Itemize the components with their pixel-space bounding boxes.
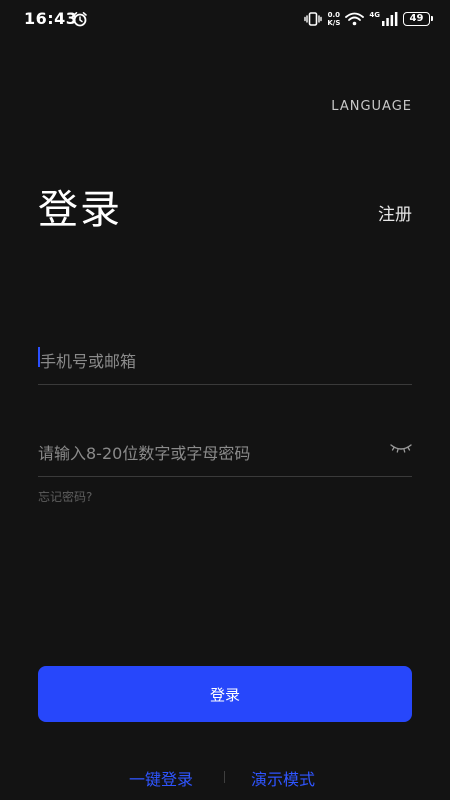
account-input[interactable] xyxy=(38,339,370,383)
net-speed: 0.0 K/S xyxy=(327,11,340,27)
bottom-links: 一键登录 演示模式 xyxy=(0,766,450,790)
vibrate-icon xyxy=(304,12,323,26)
language-button[interactable]: LANGUAGE xyxy=(331,99,412,114)
alarm-icon xyxy=(73,12,87,27)
password-field-container xyxy=(38,431,412,477)
net-speed-value: 0.0 xyxy=(327,11,341,19)
password-input[interactable] xyxy=(38,431,368,475)
eye-closed-icon[interactable] xyxy=(390,441,412,455)
page-title: 登录 xyxy=(38,187,122,233)
wifi-icon xyxy=(345,12,365,26)
login-screen: 16:43 0.0 K/S 4G 49 LANGUAGE 登录 注册 手机号或邮… xyxy=(0,0,450,800)
login-button[interactable]: 登录 xyxy=(38,666,412,722)
one-click-login-link[interactable]: 一键登录 xyxy=(129,766,193,790)
bottom-divider xyxy=(224,771,225,783)
battery-level: 49 xyxy=(409,13,424,24)
network-type: 4G xyxy=(369,11,380,19)
status-icons: 0.0 K/S 4G 49 xyxy=(304,10,433,28)
status-time: 16:43 xyxy=(24,9,78,28)
net-speed-unit: K/S xyxy=(327,19,341,27)
demo-mode-link[interactable]: 演示模式 xyxy=(251,766,315,790)
account-field-container xyxy=(38,339,412,385)
battery-icon: 49 xyxy=(403,12,433,26)
forgot-password-link[interactable]: 忘记密码? xyxy=(38,488,92,505)
status-bar: 16:43 0.0 K/S 4G 49 xyxy=(0,0,450,38)
signal-icon xyxy=(382,12,398,26)
register-link[interactable]: 注册 xyxy=(378,200,412,225)
